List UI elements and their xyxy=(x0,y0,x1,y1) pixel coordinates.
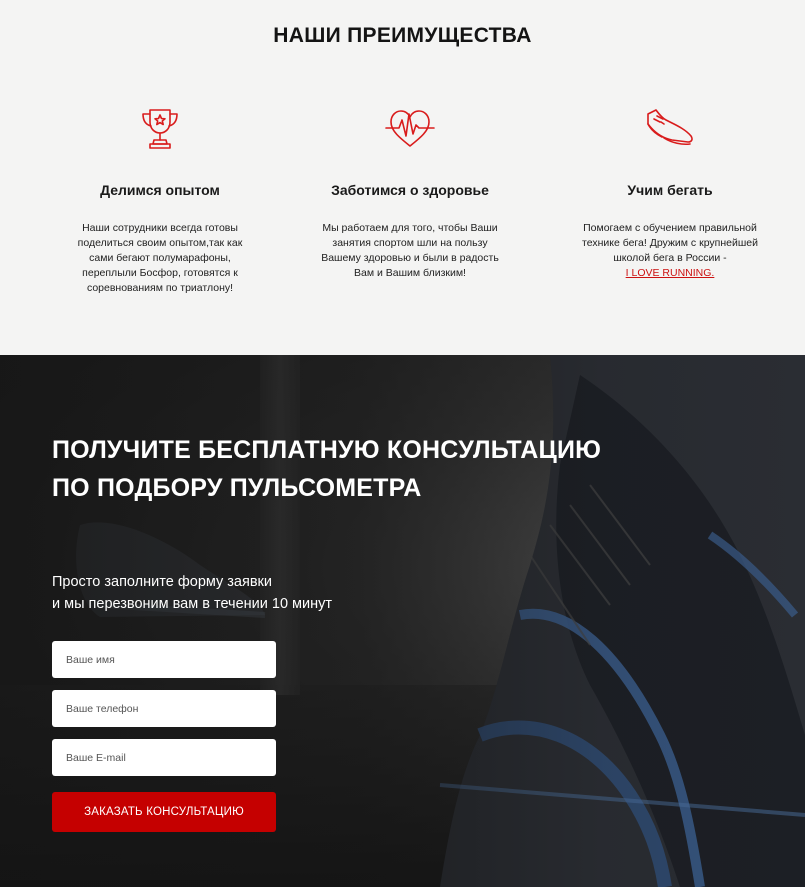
phone-input[interactable] xyxy=(52,690,276,727)
running-shoe-icon xyxy=(647,109,693,146)
advantage-text: Помогаем с обучением правильной технике … xyxy=(580,221,760,281)
advantage-caption: Заботимся о здоровье xyxy=(331,182,489,198)
consultation-heading-line2: ПО ПОДБОРУ ПУЛЬСОМЕТРА xyxy=(52,474,422,502)
consultation-subtitle: Просто заполните форму заявки и мы перез… xyxy=(52,571,452,615)
advantage-text: Наши сотрудники всегда готовы поделиться… xyxy=(77,222,243,294)
advantage-caption: Учим бегать xyxy=(627,182,713,198)
advantage-health: Заботимся о здоровье Мы работаем для тог… xyxy=(290,100,530,281)
advantage-caption: Делимся опытом xyxy=(100,182,220,198)
name-input[interactable] xyxy=(52,641,276,678)
order-consultation-button[interactable]: ЗАКАЗАТЬ КОНСУЛЬТАЦИЮ xyxy=(52,792,276,832)
consultation-subtitle-line1: Просто заполните форму заявки xyxy=(52,574,272,590)
consultation-section: ПОЛУЧИТЕ БЕСПЛАТНУЮ КОНСУЛЬТАЦИЮ ПО ПОДБ… xyxy=(0,355,805,887)
advantage-experience: Делимся опытом Наши сотрудники всегда го… xyxy=(40,100,280,296)
advantage-text-body: Помогаем с обучением правильной технике … xyxy=(582,222,758,264)
advantage-running: Учим бегать Помогаем с обучением правиль… xyxy=(550,100,790,281)
heart-pulse-icon xyxy=(385,110,435,147)
advantages-title: НАШИ ПРЕИМУЩЕСТВА xyxy=(273,24,532,47)
email-input[interactable] xyxy=(52,739,276,776)
i-love-running-link[interactable]: I LOVE RUNNING. xyxy=(626,267,715,279)
consultation-heading: ПОЛУЧИТЕ БЕСПЛАТНУЮ КОНСУЛЬТАЦИЮ ПО ПОДБ… xyxy=(52,431,692,507)
advantages-section: НАШИ ПРЕИМУЩЕСТВА Делимся опытом Наши со… xyxy=(0,0,805,355)
trophy-icon xyxy=(142,109,178,149)
consultation-heading-line1: ПОЛУЧИТЕ БЕСПЛАТНУЮ КОНСУЛЬТАЦИЮ xyxy=(52,436,602,464)
consultation-subtitle-line2: и мы перезвоним вам в течении 10 минут xyxy=(52,596,333,612)
advantage-text: Мы работаем для того, чтобы Ваши занятия… xyxy=(321,222,499,279)
